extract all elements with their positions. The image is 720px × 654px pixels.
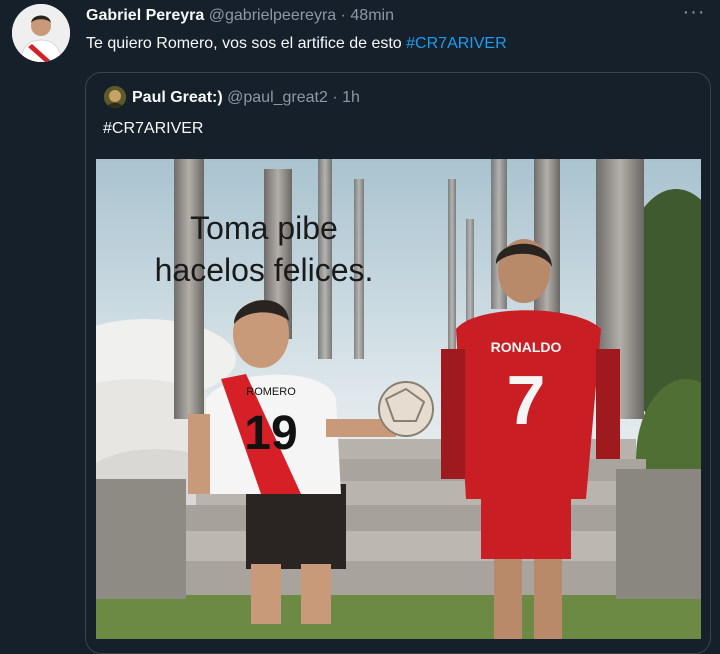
- quoted-tweet[interactable]: Paul Great:) @paul_great2 · 1h #CR7ARIVE…: [85, 72, 711, 654]
- hashtag-link[interactable]: #CR7ARIVER: [406, 35, 506, 52]
- meme-caption-line2: hacelos felices.: [155, 252, 374, 288]
- tweet-text: Te quiero Romero, vos sos el artifice de…: [86, 35, 507, 53]
- separator: ·: [340, 7, 346, 24]
- quoted-profile-photo-icon: [104, 86, 126, 108]
- quoted-author-avatar[interactable]: [104, 86, 126, 108]
- meme-caption-line1: Toma pibe: [190, 210, 338, 246]
- quoted-author-name[interactable]: Paul Great:): [132, 89, 223, 106]
- author-avatar[interactable]: [12, 4, 70, 62]
- profile-photo-icon: [12, 4, 70, 62]
- quoted-timestamp[interactable]: 1h: [342, 89, 360, 106]
- tweet[interactable]: Gabriel Pereyra @gabrielpeereyra · 48min…: [0, 0, 720, 654]
- separator: ·: [332, 89, 338, 106]
- ronaldo-jersey-name: RONALDO: [491, 339, 562, 355]
- more-options-icon[interactable]: ···: [682, 2, 706, 24]
- romero-jersey-number: 19: [244, 407, 297, 460]
- quoted-media-image[interactable]: Toma pibe hacelos felices. ROMERO 19 RON…: [96, 159, 701, 639]
- author-name[interactable]: Gabriel Pereyra: [86, 7, 204, 24]
- tweet-header: Gabriel Pereyra @gabrielpeereyra · 48min: [86, 7, 394, 25]
- author-handle[interactable]: @gabrielpeereyra: [209, 7, 336, 24]
- quoted-text: #CR7ARIVER: [103, 120, 203, 138]
- tweet-body: Te quiero Romero, vos sos el artifice de…: [86, 35, 407, 52]
- quoted-author-handle[interactable]: @paul_great2: [227, 89, 328, 106]
- quoted-header: Paul Great:) @paul_great2 · 1h: [132, 89, 360, 107]
- romero-jersey-name: ROMERO: [246, 386, 296, 398]
- quoted-hashtag: #CR7ARIVER: [103, 120, 204, 137]
- tweet-timestamp[interactable]: 48min: [350, 7, 394, 24]
- meme-image: Toma pibe hacelos felices. ROMERO 19 RON…: [96, 159, 701, 639]
- ronaldo-jersey-number: 7: [507, 361, 546, 439]
